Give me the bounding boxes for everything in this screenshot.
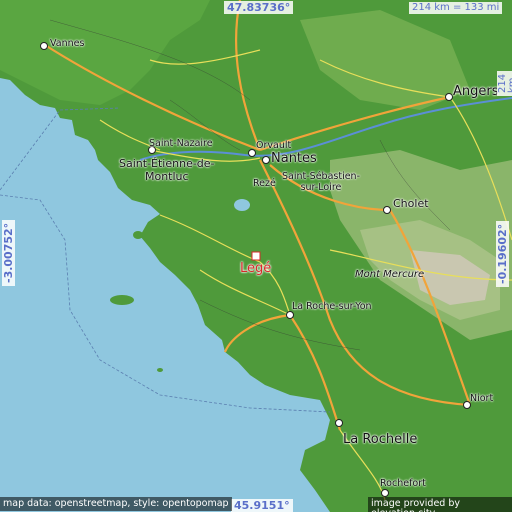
place-label-niort: Niort [470, 393, 494, 404]
west-coordinate: -3.00752° [2, 219, 15, 286]
place-label-angers: Angers [453, 84, 499, 99]
map-view[interactable]: Vannes Angers Saint-Nazaire Orvault Nant… [0, 0, 512, 512]
city-dot-vannes [40, 42, 48, 50]
image-credit: image provided by elevation.city [368, 497, 512, 512]
place-label-rochefort: Rochefort [380, 478, 426, 489]
place-label-saint-etienne: Saint-Étienne-de- Montluc [119, 157, 215, 183]
place-label-vannes: Vannes [50, 38, 85, 49]
map-credit: map data: openstreetmap, style: opentopo… [0, 497, 232, 511]
north-coordinate: 47.83736° [224, 1, 294, 14]
place-label-cholet: Cholet [393, 197, 429, 210]
place-label-saint-sebastien: Saint-Sébastien- sur-Loire [282, 171, 360, 193]
island [110, 295, 134, 305]
city-dot-nantes [262, 156, 270, 164]
city-dot-la-roche-sur-yon [286, 311, 294, 319]
city-dot-angers [445, 93, 453, 101]
place-label-mont-mercure: Mont Mercure [355, 269, 425, 280]
place-label-reze: Rezé [253, 178, 276, 189]
city-dot-rochefort [381, 489, 389, 497]
selected-place-marker[interactable] [251, 251, 261, 261]
selected-place-label: Legé [240, 261, 272, 276]
place-label-saint-nazaire: Saint-Nazaire [149, 138, 213, 149]
place-label-orvault: Orvault [256, 140, 292, 151]
city-dot-orvault [248, 149, 256, 157]
scale-horizontal: 214 km = 133 mi [409, 2, 503, 14]
east-coordinate: -0.19602° [496, 220, 509, 287]
south-coordinate: 45.9151° [231, 499, 293, 512]
scale-vertical: 214 km = 133 mi [497, 70, 512, 96]
place-label-nantes: Nantes [271, 151, 317, 166]
place-label-la-rochelle: La Rochelle [343, 432, 418, 447]
city-dot-la-rochelle [335, 419, 343, 427]
lake [234, 199, 250, 211]
city-dot-cholet [383, 206, 391, 214]
place-label-la-roche-sur-yon: La Roche-sur-Yon [292, 301, 372, 312]
